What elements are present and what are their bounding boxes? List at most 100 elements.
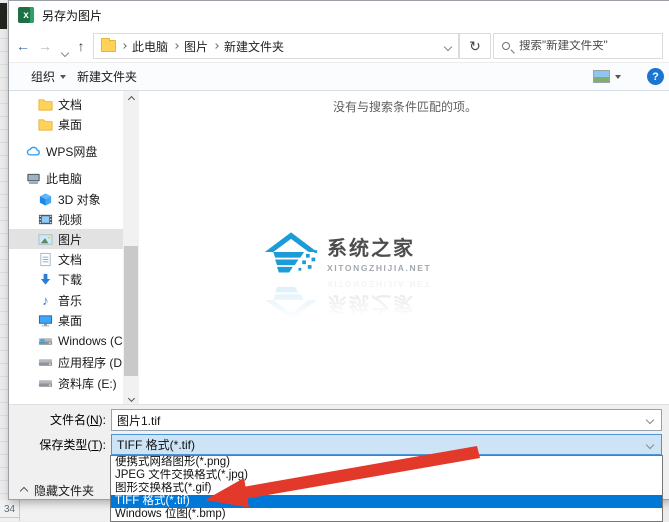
up-button[interactable]: ↑ bbox=[71, 37, 91, 55]
sidebar-item-label: 文档 bbox=[58, 96, 82, 113]
hide-folders-label: 隐藏文件夹 bbox=[34, 482, 94, 499]
watermark-title: 系统之家 bbox=[327, 232, 431, 261]
sidebar-item-desktop[interactable]: 桌面 bbox=[9, 114, 123, 134]
new-folder-label: 新建文件夹 bbox=[77, 68, 137, 85]
watermark-url: XITONGZHIJIA.NET bbox=[327, 263, 431, 273]
scrollbar-up-button[interactable] bbox=[123, 91, 139, 107]
sidebar-item-label: 3D 对象 bbox=[58, 191, 101, 208]
excel-icon: x bbox=[18, 7, 34, 23]
sidebar-item-pictures[interactable]: 图片 bbox=[9, 229, 123, 249]
sidebar-item-label: Windows (C:) bbox=[58, 334, 130, 348]
dropdown-triangle-icon bbox=[615, 75, 621, 79]
breadcrumb[interactable]: 此电脑 图片 新建文件夹 bbox=[93, 33, 459, 59]
sidebar-item-drive-d[interactable]: 应用程序 (D:) bbox=[9, 352, 123, 372]
search-box[interactable] bbox=[493, 33, 663, 59]
chevron-right-icon bbox=[173, 43, 179, 49]
filetype-option-tif[interactable]: TIFF 格式(*.tif) bbox=[111, 495, 662, 508]
chevron-up-icon bbox=[20, 486, 28, 494]
save-as-dialog: x 另存为图片 ← → ↑ 此电脑 图片 新建文件夹 ↻ 组织 bbox=[8, 0, 669, 500]
video-icon bbox=[38, 212, 53, 227]
help-button[interactable]: ? bbox=[647, 63, 664, 90]
forward-button[interactable]: → bbox=[35, 37, 55, 55]
excel-gridline-h bbox=[0, 517, 19, 518]
sidebar-item-label: 视频 bbox=[58, 211, 82, 228]
chevron-up-icon bbox=[127, 95, 134, 102]
filetype-option-jpg[interactable]: JPEG 文件交换格式(*.jpg) bbox=[111, 469, 662, 482]
filetype-option-bmp[interactable]: Windows 位图(*.bmp) bbox=[111, 508, 662, 521]
file-name-label: 文件名(N): bbox=[9, 409, 106, 431]
file-name-combobox[interactable] bbox=[111, 409, 662, 431]
sidebar-item-documents[interactable]: 文档 bbox=[9, 94, 123, 114]
background-excel-strip bbox=[0, 0, 8, 521]
filetype-option-gif[interactable]: 图形交换格式(*.gif) bbox=[111, 482, 662, 495]
refresh-button[interactable]: ↻ bbox=[459, 33, 491, 59]
chevron-down-icon bbox=[646, 440, 654, 448]
cube-icon bbox=[38, 192, 53, 207]
sidebar-item-drive-e[interactable]: 资料库 (E:) bbox=[9, 373, 123, 393]
document-icon bbox=[38, 252, 53, 267]
empty-search-message: 没有与搜索条件匹配的项。 bbox=[141, 98, 669, 115]
file-name-dropdown-button[interactable] bbox=[639, 410, 661, 430]
sidebar-item-desktop-2[interactable]: 桌面 bbox=[9, 310, 123, 330]
music-note-icon: ♪ bbox=[38, 293, 53, 308]
save-type-combobox[interactable]: TIFF 格式(*.tif) bbox=[111, 434, 662, 455]
folder-icon bbox=[101, 40, 116, 52]
save-type-dropdown-list: 便携式网络图形(*.png) JPEG 文件交换格式(*.jpg) 图形交换格式… bbox=[110, 455, 663, 522]
sidebar-item-downloads[interactable]: 下载 bbox=[9, 269, 123, 289]
chevron-down-icon bbox=[444, 43, 452, 51]
sidebar-item-label: 音乐 bbox=[58, 292, 82, 309]
excel-gridline-v bbox=[19, 500, 20, 521]
computer-icon bbox=[26, 171, 41, 186]
drive-windows-icon bbox=[38, 334, 53, 349]
help-icon: ? bbox=[647, 68, 664, 85]
sidebar-item-label: 桌面 bbox=[58, 312, 82, 329]
sidebar-item-music[interactable]: ♪ 音乐 bbox=[9, 290, 123, 310]
filetype-option-png[interactable]: 便携式网络图形(*.png) bbox=[111, 456, 662, 469]
breadcrumb-new-folder[interactable]: 新建文件夹 bbox=[224, 38, 284, 55]
xitongzhijia-logo-icon bbox=[263, 277, 319, 323]
chevron-down-icon bbox=[646, 416, 654, 424]
chevron-right-icon bbox=[121, 43, 127, 49]
xitongzhijia-logo-icon bbox=[263, 229, 319, 275]
watermark: 系统之家 XITONGZHIJIA.NET 系统之家 XITONGZHIJIA.… bbox=[263, 229, 433, 323]
drive-icon bbox=[38, 376, 53, 391]
save-type-dropdown-button[interactable] bbox=[639, 435, 661, 454]
chevron-right-icon bbox=[213, 43, 219, 49]
sidebar-item-documents-2[interactable]: 文档 bbox=[9, 249, 123, 269]
views-thumbnail-icon bbox=[593, 70, 610, 83]
chevron-down-icon bbox=[61, 49, 69, 57]
drive-icon bbox=[38, 355, 53, 370]
sidebar-item-wps-cloud[interactable]: WPS网盘 bbox=[9, 141, 123, 161]
download-icon bbox=[38, 272, 53, 287]
search-icon bbox=[502, 42, 510, 50]
hide-folders-button[interactable]: 隐藏文件夹 bbox=[21, 481, 94, 500]
new-folder-button[interactable]: 新建文件夹 bbox=[77, 63, 137, 90]
scrollbar-thumb[interactable] bbox=[124, 246, 138, 376]
file-list-area: 没有与搜索条件匹配的项。 系统之家 XITONGZHIJIA.NET bbox=[141, 91, 669, 406]
search-input[interactable] bbox=[519, 40, 669, 52]
sidebar-item-label: 图片 bbox=[58, 231, 82, 248]
sidebar-item-label: 此电脑 bbox=[46, 170, 82, 187]
folder-icon bbox=[38, 97, 53, 112]
sidebar-item-label: WPS网盘 bbox=[46, 143, 97, 160]
organize-button[interactable]: 组织 bbox=[31, 63, 66, 90]
breadcrumb-pictures[interactable]: 图片 bbox=[184, 38, 208, 55]
views-button[interactable] bbox=[593, 63, 621, 90]
sidebar-scrollbar[interactable] bbox=[123, 91, 139, 406]
address-dropdown-button[interactable] bbox=[445, 39, 451, 53]
address-row: ← → ↑ 此电脑 图片 新建文件夹 ↻ bbox=[9, 29, 669, 63]
sidebar-item-videos[interactable]: 视频 bbox=[9, 209, 123, 229]
breadcrumb-this-pc[interactable]: 此电脑 bbox=[132, 38, 168, 55]
folder-icon bbox=[38, 117, 53, 132]
organize-label: 组织 bbox=[31, 68, 55, 85]
toolbar: 组织 新建文件夹 ? bbox=[9, 63, 669, 91]
sidebar-item-label: 桌面 bbox=[58, 116, 82, 133]
file-name-input[interactable] bbox=[112, 413, 639, 427]
excel-row-number: 34 bbox=[4, 504, 15, 515]
navigation-pane: 文档 桌面 WPS网盘 此电脑 3D 对象 视频 图片 文档 bbox=[9, 91, 141, 406]
back-button[interactable]: ← bbox=[13, 37, 33, 55]
background-window-edge bbox=[0, 3, 7, 29]
sidebar-item-drive-c[interactable]: Windows (C:) bbox=[9, 331, 123, 351]
sidebar-item-3d-objects[interactable]: 3D 对象 bbox=[9, 189, 123, 209]
sidebar-item-this-pc[interactable]: 此电脑 bbox=[9, 168, 123, 188]
